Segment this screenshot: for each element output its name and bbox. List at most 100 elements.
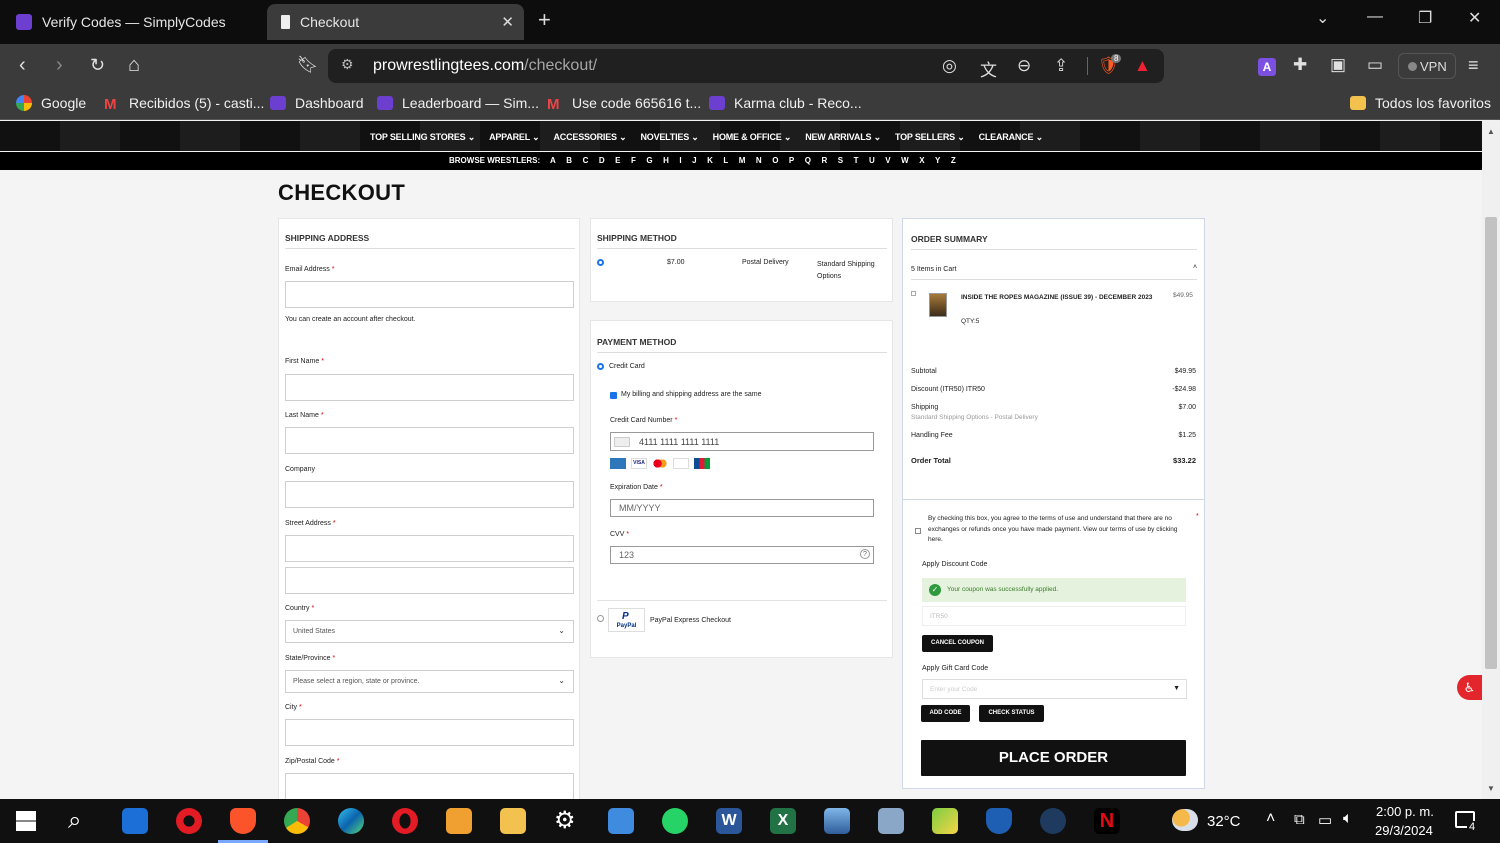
media-player-icon[interactable] [446, 808, 472, 834]
extensions-icon[interactable]: ✚ [1293, 55, 1307, 75]
menu-novelties[interactable]: NOVELTIES ⌄ [640, 132, 698, 143]
letter-link[interactable]: I [679, 156, 681, 165]
letter-link[interactable]: H [663, 156, 669, 165]
close-window-icon[interactable]: ✕ [1468, 8, 1481, 28]
weather-temp[interactable]: 32°C [1207, 813, 1241, 830]
address-bar[interactable]: ⚙ prowrestlingtees.com/checkout/ ◎ 文 ⊖ ⇪… [328, 49, 1164, 83]
restore-icon[interactable]: ❐ [1418, 8, 1432, 28]
letter-link[interactable]: G [646, 156, 652, 165]
zip-field[interactable] [285, 773, 574, 799]
menu-icon[interactable]: ≡ [1468, 55, 1479, 75]
letter-link[interactable]: P [789, 156, 794, 165]
clock-time[interactable]: 2:00 p. m. [1376, 804, 1434, 819]
share-icon[interactable]: ⇪ [1054, 56, 1068, 76]
letter-link[interactable]: Q [805, 156, 811, 165]
back-icon[interactable]: ‹ [19, 55, 26, 75]
file-explorer-icon[interactable] [500, 808, 526, 834]
letter-link[interactable]: S [838, 156, 843, 165]
credit-card-radio[interactable] [597, 363, 604, 370]
whatsapp-icon[interactable] [662, 808, 688, 834]
letter-link[interactable]: K [707, 156, 713, 165]
excel-icon[interactable]: X [770, 808, 796, 834]
shipping-method-radio[interactable] [597, 259, 604, 266]
letter-link[interactable]: F [631, 156, 636, 165]
terms-text[interactable]: By checking this box, you agree to the t… [928, 514, 1190, 546]
bookmark-gmail[interactable]: M Recibidos (5) - casti... [104, 95, 264, 113]
opera-gx-icon[interactable] [392, 808, 418, 834]
minimize-icon[interactable]: — [1367, 8, 1383, 26]
letter-link[interactable]: J [692, 156, 696, 165]
letter-link[interactable]: L [723, 156, 728, 165]
help-icon[interactable]: ? [860, 549, 870, 559]
bookmark-google[interactable]: Google [16, 95, 86, 111]
letter-link[interactable]: U [869, 156, 875, 165]
windows-start-icon[interactable] [16, 811, 36, 831]
menu-accessories[interactable]: ACCESSORIES ⌄ [554, 132, 627, 143]
opera-icon[interactable] [176, 808, 202, 834]
bookmark-use-code[interactable]: M Use code 665616 t... [547, 95, 701, 113]
letter-link[interactable]: X [919, 156, 924, 165]
meet-now-icon[interactable]: ⧉ [1294, 811, 1305, 828]
menu-new-arrivals[interactable]: NEW ARRIVALS ⌄ [805, 132, 881, 143]
store-icon[interactable] [122, 808, 148, 834]
letter-link[interactable]: Z [951, 156, 956, 165]
letter-link[interactable]: O [772, 156, 778, 165]
scroll-down-icon[interactable]: ▼ [1487, 784, 1495, 793]
letter-link[interactable]: N [756, 156, 762, 165]
edge-icon[interactable] [338, 808, 364, 834]
cvv-field[interactable]: 123 ? [610, 546, 874, 564]
wallet-icon[interactable]: ▭ [1367, 55, 1383, 75]
coupon-code-field[interactable]: ITR50 [922, 606, 1186, 626]
app-icon[interactable] [608, 808, 634, 834]
street-line1-field[interactable] [285, 535, 574, 562]
zoom-icon[interactable]: ⊖ [1017, 56, 1031, 76]
menu-top-selling-stores[interactable]: TOP SELLING STORES ⌄ [370, 132, 475, 143]
letter-link[interactable]: W [901, 156, 909, 165]
check-status-button[interactable]: CHECK STATUS [979, 705, 1044, 722]
cc-number-field[interactable]: 4111 1111 1111 1111 [610, 432, 874, 451]
chevron-up-icon[interactable]: ˄ [1193, 264, 1197, 271]
vpn-button[interactable]: VPN [1398, 53, 1456, 79]
letter-link[interactable]: Y [935, 156, 940, 165]
bookmark-dashboard[interactable]: Dashboard [270, 95, 364, 111]
clock-date[interactable]: 29/3/2024 [1375, 823, 1433, 838]
search-icon[interactable]: ⌕ [68, 807, 81, 835]
tab-search-chevron-icon[interactable]: ⌄ [1316, 8, 1329, 28]
gift-card-field[interactable]: Enter your Code ▼ [922, 679, 1187, 699]
shield-app-icon[interactable] [986, 808, 1012, 834]
bookmark-icon[interactable]: 🔖︎ [297, 55, 319, 75]
settings-icon[interactable]: ⚙ [554, 806, 576, 835]
paypal-radio[interactable] [597, 615, 604, 622]
email-field[interactable] [285, 281, 574, 308]
brave-rewards-icon[interactable]: ▲ [1134, 56, 1151, 76]
street-line2-field[interactable] [285, 567, 574, 594]
first-name-field[interactable] [285, 374, 574, 401]
add-code-button[interactable]: ADD CODE [921, 705, 970, 722]
all-favorites[interactable]: Todos los favoritos [1350, 95, 1491, 111]
site-settings-icon[interactable]: ⚙ [341, 56, 354, 73]
tab-checkout[interactable]: Checkout ✕ [267, 4, 524, 40]
new-tab-icon[interactable]: + [538, 9, 551, 31]
letter-link[interactable]: C [583, 156, 589, 165]
country-select[interactable]: United States ⌄ [285, 620, 574, 643]
terms-checkbox[interactable] [915, 528, 921, 534]
app-icon[interactable] [878, 808, 904, 834]
item-toggle[interactable] [911, 291, 916, 296]
letter-link[interactable]: T [854, 156, 859, 165]
menu-apparel[interactable]: APPAREL ⌄ [489, 132, 540, 143]
accessibility-icon[interactable]: ♿︎ [1457, 675, 1482, 700]
app-icon[interactable] [824, 808, 850, 834]
sidebar-icon[interactable]: ▣ [1330, 55, 1346, 75]
scrollbar-thumb[interactable] [1485, 217, 1497, 669]
letter-link[interactable]: E [615, 156, 620, 165]
city-field[interactable] [285, 719, 574, 746]
letter-link[interactable]: B [566, 156, 572, 165]
bookmark-karma[interactable]: Karma club - Reco... [709, 95, 862, 111]
page-scrollbar[interactable]: ▲ ▼ [1482, 121, 1500, 799]
menu-clearance[interactable]: CLEARANCE ⌄ [979, 132, 1044, 143]
expiration-field[interactable]: MM/YYYY [610, 499, 874, 517]
app-icon[interactable] [932, 808, 958, 834]
scroll-up-icon[interactable]: ▲ [1487, 127, 1495, 136]
letter-link[interactable]: V [885, 156, 890, 165]
cancel-coupon-button[interactable]: CANCEL COUPON [922, 635, 993, 652]
